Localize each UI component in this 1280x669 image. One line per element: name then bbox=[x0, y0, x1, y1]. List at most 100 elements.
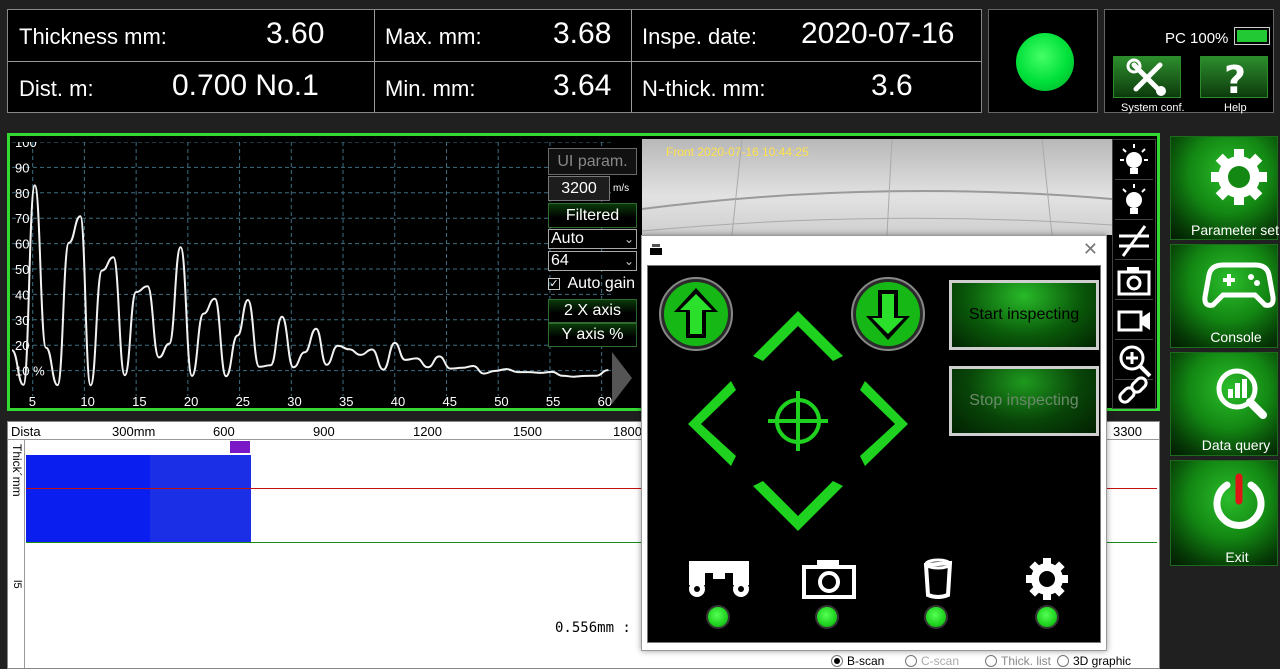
waveform-point bbox=[191, 375, 193, 377]
mode-b-scan[interactable]: B-scan bbox=[831, 654, 884, 668]
inspection-date-label: Inspe. date: bbox=[642, 24, 757, 49]
crosshair-icon[interactable] bbox=[768, 391, 828, 451]
x-tick-label: 50 bbox=[494, 394, 508, 408]
distance-label: Dist. m: bbox=[19, 76, 94, 101]
settings-status-dot bbox=[1035, 605, 1059, 629]
x-axis-label: 2 X axis bbox=[564, 302, 621, 319]
waveform-point bbox=[158, 356, 160, 359]
exit-button[interactable]: Exit bbox=[1170, 460, 1278, 566]
max-label: Max. mm: bbox=[385, 24, 482, 49]
ruler-tick: 900 bbox=[313, 424, 335, 439]
thickness-value: 3.60 bbox=[266, 17, 325, 50]
waveform-point bbox=[359, 354, 362, 356]
system-conf-button[interactable] bbox=[1113, 56, 1181, 98]
mode-label: C-scan bbox=[921, 654, 960, 668]
mode-3d-graphic[interactable]: 3D graphic bbox=[1057, 654, 1131, 668]
side-toolbar bbox=[1112, 139, 1156, 409]
waveform-point bbox=[584, 375, 586, 377]
dpad-up-icon[interactable] bbox=[753, 311, 843, 361]
ruler-tick: 1200 bbox=[413, 424, 442, 439]
probe-status-dot bbox=[924, 605, 948, 629]
position-marker bbox=[230, 441, 250, 453]
velocity-unit: m/s bbox=[613, 183, 630, 194]
parameter-set-label: Parameter set bbox=[1191, 222, 1279, 238]
start-inspecting-button[interactable]: Start inspecting bbox=[949, 280, 1099, 350]
data-query-label: Data query bbox=[1201, 437, 1271, 453]
nominal-thickness-label: N-thick. mm: bbox=[642, 76, 766, 101]
console-button[interactable]: Console bbox=[1170, 244, 1278, 348]
power-icon bbox=[1213, 473, 1265, 529]
measurement-readout-panel: Thickness mm: 3.60 Max. mm: 3.68 Inspe. … bbox=[7, 9, 982, 113]
gain-mode-select[interactable]: Auto ⌄ bbox=[548, 229, 637, 249]
min-value: 3.64 bbox=[553, 69, 612, 102]
x-tick-label: 55 bbox=[546, 394, 560, 408]
gamepad-icon bbox=[1202, 262, 1276, 308]
waveform-point bbox=[472, 365, 475, 367]
waveform-point bbox=[427, 366, 429, 369]
system-panel: PC 100% System conf. ? Help bbox=[1104, 9, 1274, 114]
y-tick-label: 40 bbox=[15, 287, 29, 302]
waveform-point bbox=[68, 242, 70, 244]
ui-param-button[interactable]: UI param. bbox=[548, 148, 637, 175]
gain-mode-value: Auto bbox=[551, 230, 584, 247]
sort-icon[interactable] bbox=[1115, 222, 1153, 260]
waveform-point bbox=[607, 369, 609, 371]
waveform-point bbox=[123, 374, 126, 376]
waveform-point bbox=[561, 374, 564, 377]
light-on-icon[interactable] bbox=[1115, 142, 1153, 180]
x-tick-label: 15 bbox=[132, 394, 146, 408]
x-tick-label: 40 bbox=[391, 394, 405, 408]
dpad-right-icon[interactable] bbox=[860, 381, 908, 466]
ruler-tick: 600 bbox=[213, 424, 235, 439]
mode-c-scan[interactable]: C-scan bbox=[905, 654, 959, 668]
gain-value: 64 bbox=[551, 252, 569, 269]
x-tick-label: 10 bbox=[80, 394, 94, 408]
stop-inspecting-button[interactable]: Stop inspecting bbox=[949, 366, 1099, 436]
waveform-point bbox=[551, 371, 553, 373]
svg-text:?: ? bbox=[1224, 58, 1246, 99]
ui-param-label: UI param. bbox=[557, 153, 628, 170]
waveform-point bbox=[572, 375, 575, 378]
gain-value-select[interactable]: 64 ⌄ bbox=[548, 251, 637, 271]
waveform-point bbox=[382, 368, 385, 371]
y-axis-button[interactable]: Y axis % bbox=[548, 323, 637, 347]
video-icon[interactable] bbox=[1115, 302, 1153, 340]
mode-label: Thick. list bbox=[1001, 654, 1052, 668]
light-icon[interactable] bbox=[1115, 182, 1153, 220]
ruler-tick: 1500 bbox=[513, 424, 542, 439]
waveform-point bbox=[135, 291, 137, 293]
status-lamp-panel bbox=[988, 9, 1098, 113]
link-icon[interactable] bbox=[1115, 372, 1153, 410]
waveform-point bbox=[225, 375, 227, 377]
crawler-status-dot bbox=[706, 605, 730, 629]
console-label: Console bbox=[1210, 329, 1262, 345]
x-axis-button[interactable]: 2 X axis bbox=[548, 299, 637, 323]
waveform-point bbox=[258, 365, 261, 368]
data-query-button[interactable]: Data query bbox=[1170, 352, 1278, 456]
waveform-point bbox=[89, 384, 92, 387]
velocity-input[interactable]: 3200 bbox=[548, 176, 610, 201]
exit-label: Exit bbox=[1225, 549, 1249, 565]
auto-gain-checkbox[interactable]: ✓ Auto gain bbox=[548, 275, 637, 295]
camera-icon[interactable] bbox=[1115, 262, 1153, 300]
crawler-icon bbox=[689, 561, 749, 597]
dpad-down-icon[interactable] bbox=[753, 481, 843, 531]
cursor-readout: 0.556mm : bbox=[555, 620, 631, 636]
dpad-left-icon[interactable] bbox=[688, 381, 736, 466]
parameter-set-button[interactable]: Parameter set bbox=[1170, 136, 1279, 240]
waveform-point bbox=[101, 269, 103, 272]
filtered-button[interactable]: Filtered bbox=[548, 203, 637, 228]
y-tick-label: 60 bbox=[15, 237, 29, 252]
divider bbox=[8, 61, 981, 62]
velocity-value: 3200 bbox=[561, 180, 597, 197]
ruler-tick: 300mm bbox=[112, 424, 156, 439]
help-button[interactable]: ? bbox=[1200, 56, 1268, 102]
y-tick-label: 70 bbox=[15, 211, 29, 226]
max-value: 3.68 bbox=[553, 17, 612, 50]
waveform-point bbox=[79, 215, 82, 217]
pc-battery-label: PC 100% bbox=[1165, 30, 1229, 47]
mode-thick-list[interactable]: Thick. list bbox=[985, 654, 1051, 668]
inspection-date-value: 2020-07-16 bbox=[801, 17, 955, 50]
close-icon[interactable]: ✕ bbox=[1083, 239, 1098, 260]
waveform-point bbox=[371, 348, 373, 351]
